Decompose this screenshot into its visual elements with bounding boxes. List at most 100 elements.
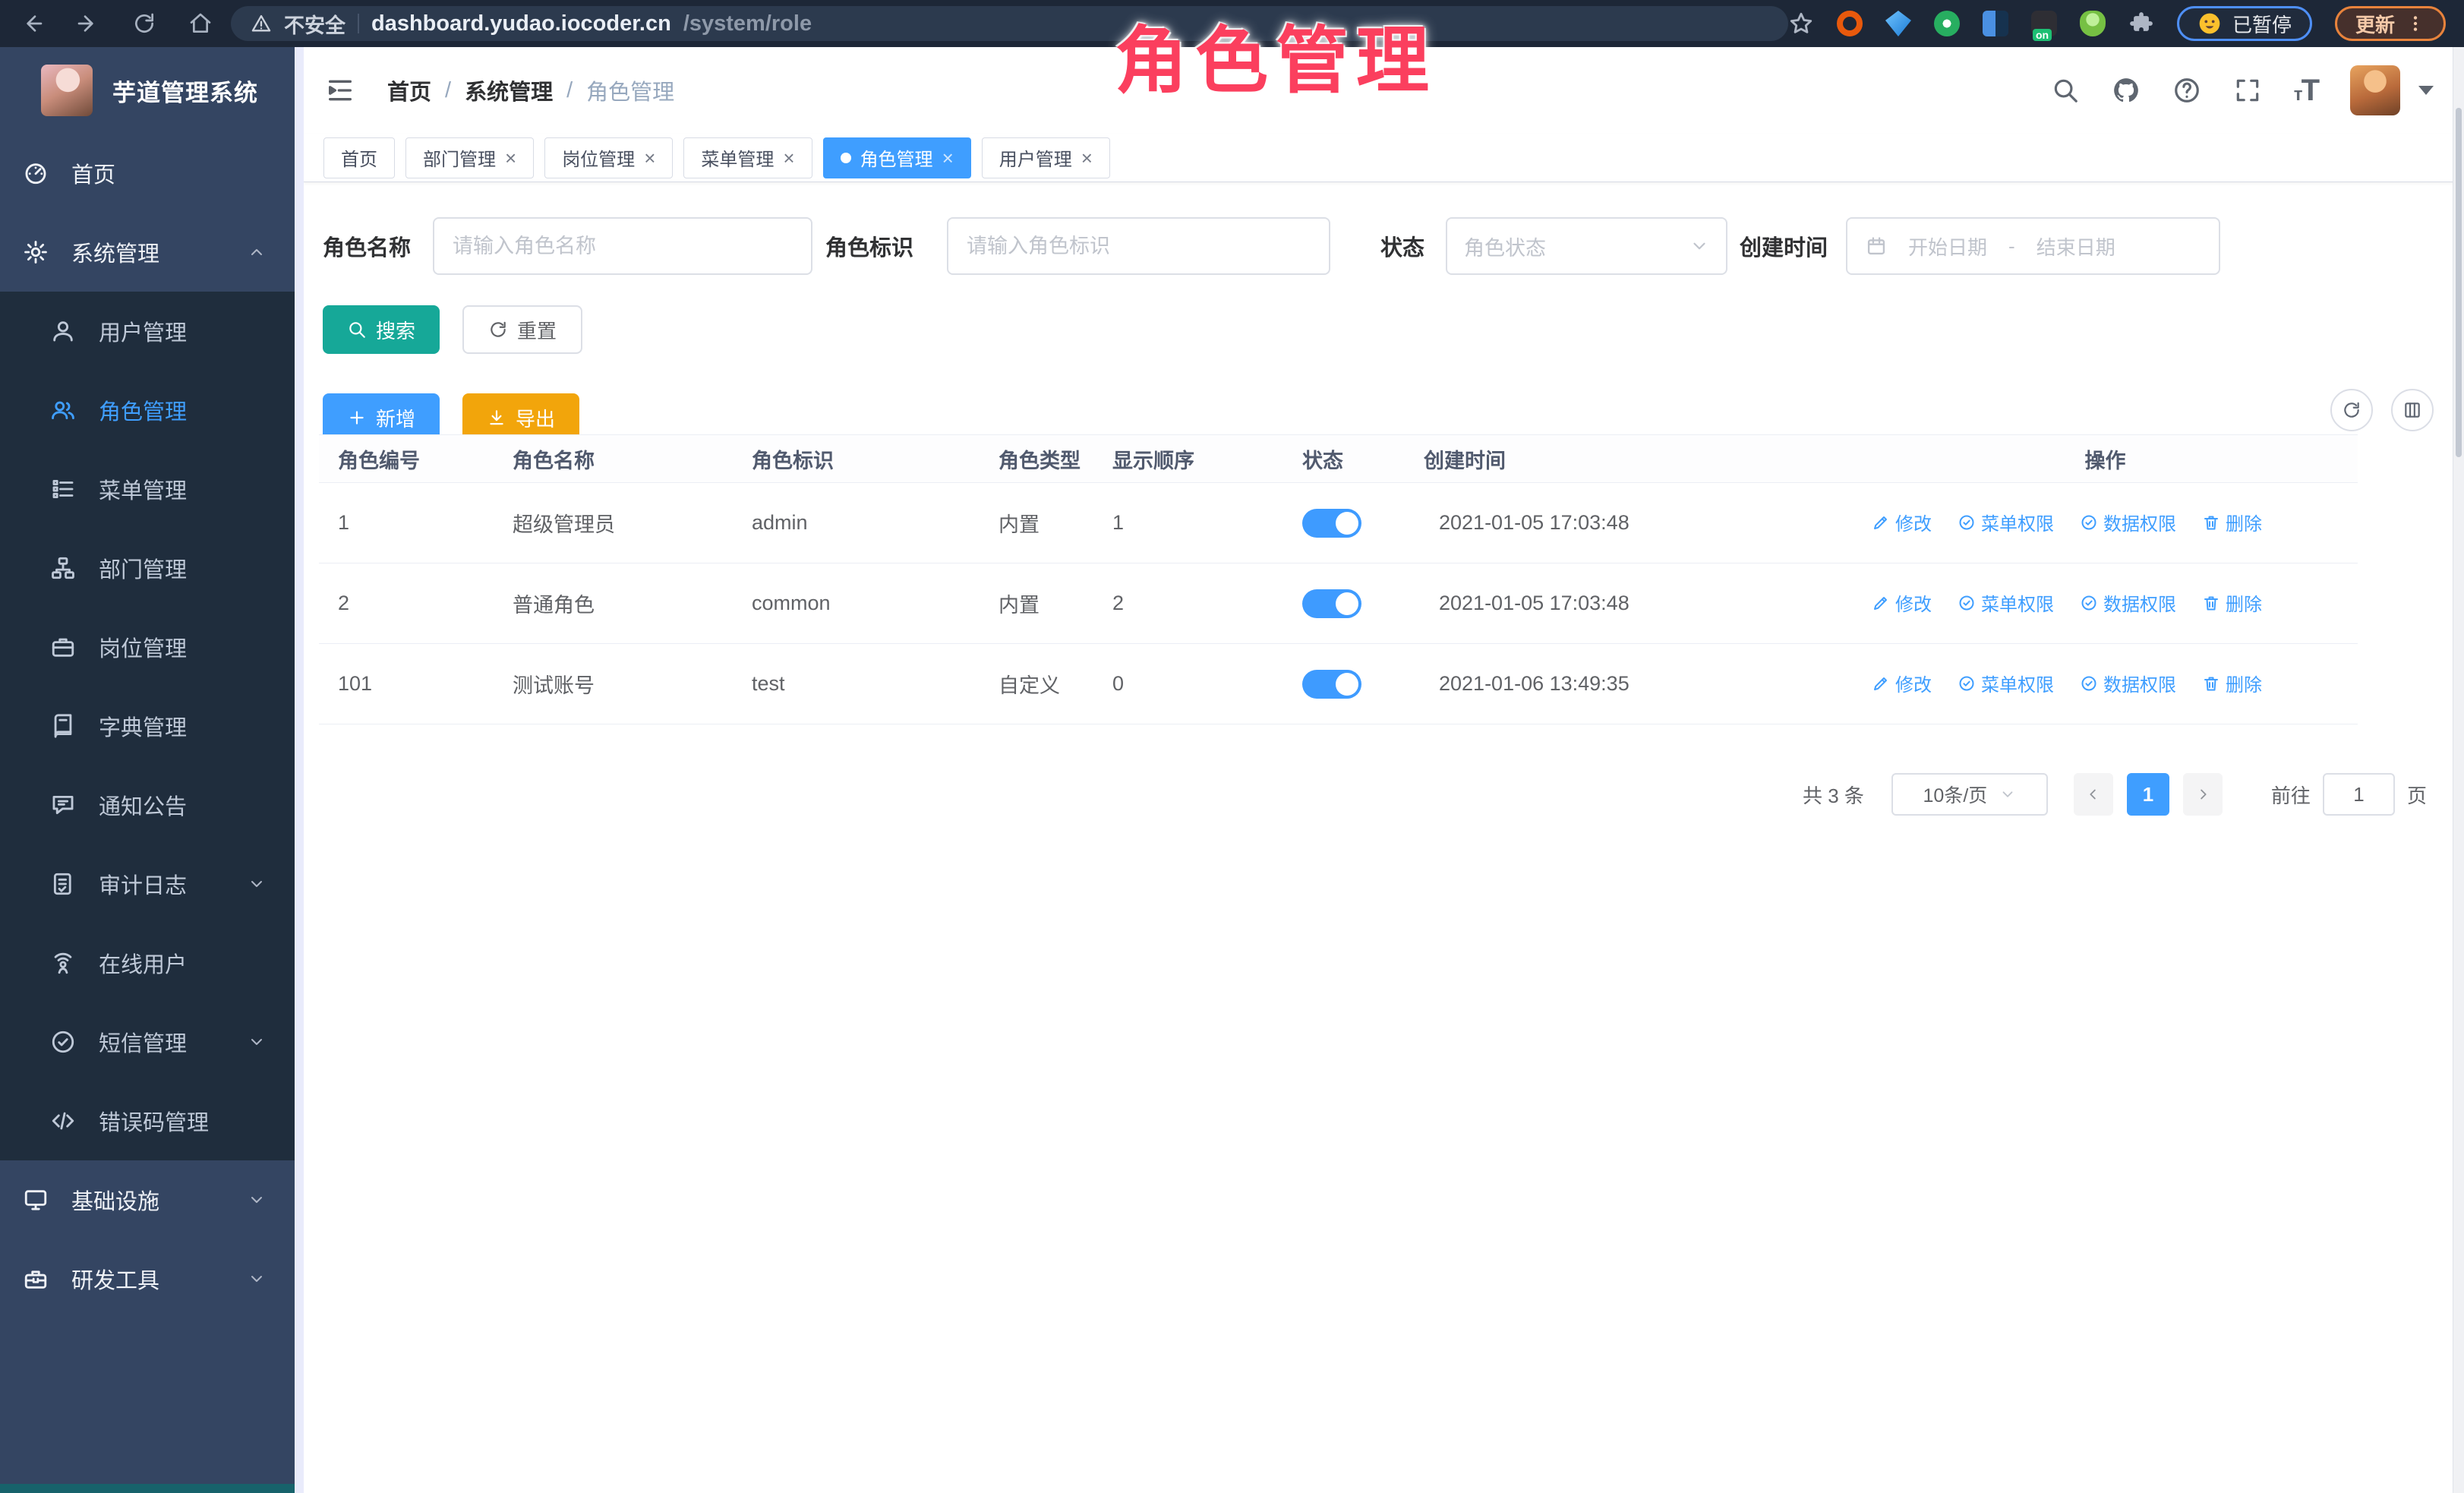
paused-chip[interactable]: 已暂停 — [2177, 6, 2312, 41]
github-icon[interactable] — [2112, 76, 2141, 105]
kebab-menu-icon[interactable] — [2406, 14, 2425, 33]
tab-部门管理[interactable]: 部门管理× — [405, 137, 534, 178]
browser-actions: on 已暂停 更新 — [1788, 6, 2464, 41]
back-icon[interactable] — [20, 11, 44, 36]
sidebar-item-8[interactable]: 通知公告 — [0, 765, 295, 844]
date-range-picker[interactable]: 开始日期 - 结束日期 — [1846, 217, 2220, 275]
extensions-puzzle-icon[interactable] — [2128, 11, 2154, 36]
sidebar-item-10[interactable]: 在线用户 — [0, 923, 295, 1002]
sidebar-item-label: 研发工具 — [71, 1263, 159, 1295]
sidebar-item-11[interactable]: 短信管理 — [0, 1002, 295, 1081]
extension-orange-icon[interactable] — [1837, 11, 1863, 36]
action-menu-permission[interactable]: 菜单权限 — [1958, 509, 2054, 535]
breadcrumb-home[interactable]: 首页 — [387, 74, 431, 106]
status-toggle[interactable] — [1302, 670, 1361, 699]
action-data-permission[interactable]: 数据权限 — [2080, 670, 2176, 696]
sidebar-item-3[interactable]: 角色管理 — [0, 371, 295, 450]
user-avatar[interactable] — [2350, 65, 2400, 115]
sidebar-item-6[interactable]: 岗位管理 — [0, 608, 295, 687]
column-settings-button[interactable] — [2391, 389, 2434, 431]
prev-page-button[interactable] — [2074, 773, 2113, 816]
tab-首页[interactable]: 首页 — [323, 137, 395, 178]
extension-green-icon[interactable] — [1934, 11, 1960, 36]
infrastructure-icon — [23, 1187, 49, 1213]
font-size-icon[interactable]: тT — [2294, 74, 2318, 108]
tab-菜单管理[interactable]: 菜单管理× — [683, 137, 812, 178]
reset-button[interactable]: 重置 — [462, 305, 582, 354]
action-edit[interactable]: 修改 — [1872, 670, 1932, 696]
sidebar-item-9[interactable]: 审计日志 — [0, 844, 295, 923]
sidebar-item-2[interactable]: 用户管理 — [0, 292, 295, 371]
sidebar-collapse-icon[interactable] — [325, 75, 355, 106]
bookmark-star-icon[interactable] — [1788, 11, 1814, 36]
next-page-button[interactable] — [2183, 773, 2223, 816]
tab-岗位管理[interactable]: 岗位管理× — [544, 137, 673, 178]
status-toggle[interactable] — [1302, 589, 1361, 618]
action-edit[interactable]: 修改 — [1872, 589, 1932, 616]
refresh-table-button[interactable] — [2330, 389, 2373, 431]
column-header-1: 角色名称 — [494, 435, 733, 483]
menu-list-icon — [50, 476, 76, 502]
action-menu-permission[interactable]: 菜单权限 — [1958, 589, 2054, 616]
extension-script-icon[interactable]: on — [2031, 11, 2057, 36]
screen: 不安全 dashboard.yudao.iocoder.cn /system/r… — [0, 0, 2464, 1493]
table-header-row: 角色编号角色名称角色标识角色类型显示顺序状态创建时间操作 — [319, 435, 2358, 483]
close-icon[interactable]: × — [644, 148, 655, 168]
scrollbar-thumb[interactable] — [2456, 108, 2462, 457]
close-icon[interactable]: × — [942, 148, 954, 168]
sidebar-item-13[interactable]: 基础设施 — [0, 1160, 295, 1239]
action-edit[interactable]: 修改 — [1872, 509, 1932, 535]
cell-created-time: 2021-01-05 17:03:48 — [1405, 483, 1853, 563]
avatar-caret-icon[interactable] — [2418, 86, 2434, 95]
sidebar-item-14[interactable]: 研发工具 — [0, 1239, 295, 1318]
action-menu-permission[interactable]: 菜单权限 — [1958, 670, 2054, 696]
close-icon[interactable]: × — [505, 148, 516, 168]
chevron-down-icon — [1689, 236, 1709, 256]
sidebar-item-7[interactable]: 字典管理 — [0, 687, 295, 765]
sidebar-item-5[interactable]: 部门管理 — [0, 529, 295, 608]
tab-角色管理[interactable]: 角色管理× — [823, 137, 971, 178]
action-label: 数据权限 — [2103, 670, 2176, 696]
close-icon[interactable]: × — [783, 148, 794, 168]
close-icon[interactable]: × — [1081, 148, 1093, 168]
page-size-value: 10条/页 — [1923, 781, 1988, 808]
action-delete[interactable]: 删除 — [2202, 509, 2262, 535]
sidebar-item-12[interactable]: 错误码管理 — [0, 1081, 295, 1160]
breadcrumb-system[interactable]: 系统管理 — [465, 74, 553, 106]
extension-grid-icon[interactable] — [1983, 11, 2008, 36]
action-data-permission[interactable]: 数据权限 — [2080, 509, 2176, 535]
home-icon[interactable] — [188, 11, 213, 36]
address-bar[interactable]: 不安全 dashboard.yudao.iocoder.cn /system/r… — [231, 6, 1788, 41]
page-1-button[interactable]: 1 — [2127, 773, 2169, 816]
sidebar-scrollbar[interactable] — [295, 47, 304, 1493]
cell-role-name: 测试账号 — [494, 644, 733, 724]
sidebar-item-1[interactable]: 系统管理 — [0, 213, 295, 292]
tab-用户管理[interactable]: 用户管理× — [982, 137, 1110, 178]
extension-alien-icon[interactable] — [2080, 11, 2106, 36]
annotation-overlay: 角色管理 — [1115, 2, 1437, 107]
header-search-icon[interactable] — [2051, 76, 2080, 105]
role-code-input[interactable] — [947, 217, 1330, 275]
extension-gem-icon[interactable] — [1885, 11, 1911, 36]
search-button[interactable]: 搜索 — [323, 305, 440, 354]
page-size-select[interactable]: 10条/页 — [1891, 773, 2048, 816]
status-toggle[interactable] — [1302, 509, 1361, 538]
app-logo-row[interactable]: 芋道管理系统 — [0, 47, 295, 134]
fullscreen-icon[interactable] — [2233, 76, 2262, 105]
reload-icon[interactable] — [132, 11, 156, 36]
trash-icon — [2202, 513, 2220, 532]
book-icon — [50, 713, 76, 739]
status-select[interactable]: 角色状态 — [1446, 217, 1727, 275]
goto-page-input[interactable] — [2323, 773, 2395, 816]
docs-help-icon[interactable] — [2172, 76, 2201, 105]
action-data-permission[interactable]: 数据权限 — [2080, 589, 2176, 616]
window-scrollbar[interactable] — [2453, 47, 2464, 1493]
action-delete[interactable]: 删除 — [2202, 589, 2262, 616]
role-name-input[interactable] — [433, 217, 812, 275]
forward-icon[interactable] — [76, 11, 100, 36]
sidebar-item-4[interactable]: 菜单管理 — [0, 450, 295, 529]
update-chip[interactable]: 更新 — [2335, 6, 2446, 41]
reset-button-label: 重置 — [517, 316, 557, 344]
sidebar-item-0[interactable]: 首页 — [0, 134, 295, 213]
action-delete[interactable]: 删除 — [2202, 670, 2262, 696]
